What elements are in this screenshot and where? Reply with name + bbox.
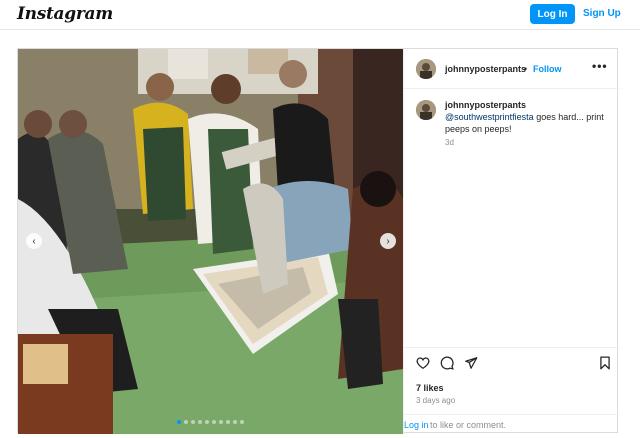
post-card: ‹ › johnnyposterpants • Follow ••• johnn…: [17, 48, 620, 434]
carousel-dot: [205, 420, 209, 424]
post-actions: 7 likes 3 days ago Log in to like or com…: [404, 347, 620, 434]
carousel-dot: [233, 420, 237, 424]
carousel-dot: [219, 420, 223, 424]
more-options-icon[interactable]: •••: [592, 59, 608, 73]
log-in-link[interactable]: Log in: [404, 420, 429, 430]
post-date[interactable]: 3 days ago: [416, 396, 455, 405]
caption-mention-link[interactable]: @southwestprintfiesta: [445, 112, 534, 122]
post-photo[interactable]: ‹ ›: [18, 49, 403, 434]
chevron-right-icon: ›: [386, 235, 390, 247]
caption-text: @southwestprintfiesta goes hard... print…: [445, 111, 610, 135]
post-header: johnnyposterpants • Follow •••: [404, 49, 620, 89]
post-photo-image: [18, 49, 403, 434]
carousel-dot: [198, 420, 202, 424]
log-in-button[interactable]: Log In: [530, 4, 575, 24]
bookmark-icon[interactable]: [598, 356, 612, 370]
carousel-dot: [191, 420, 195, 424]
top-navigation-bar: Instagram Log In Sign Up: [0, 0, 640, 30]
caption-timestamp[interactable]: 3d: [445, 138, 454, 147]
heart-icon[interactable]: [416, 356, 430, 370]
carousel-dot: [212, 420, 216, 424]
caption-username[interactable]: johnnyposterpants: [445, 100, 526, 110]
paper-plane-icon[interactable]: [464, 356, 478, 370]
carousel-indicator: [18, 420, 403, 424]
previous-photo-button[interactable]: ‹: [26, 233, 42, 249]
carousel-dot: [177, 420, 181, 424]
avatar[interactable]: [416, 59, 436, 79]
like-count[interactable]: 7 likes: [416, 383, 444, 393]
carousel-dot: [240, 420, 244, 424]
post-sidebar: johnnyposterpants • Follow ••• johnnypos…: [403, 49, 620, 434]
comment-prompt: Log in to like or comment.: [404, 414, 620, 435]
carousel-dot: [226, 420, 230, 424]
instagram-logo[interactable]: Instagram: [17, 4, 113, 24]
avatar[interactable]: [416, 100, 436, 120]
follow-button[interactable]: Follow: [533, 64, 562, 74]
carousel-dot: [184, 420, 188, 424]
comment-prompt-text: to like or comment.: [430, 420, 507, 430]
next-photo-button[interactable]: ›: [380, 233, 396, 249]
author-username[interactable]: johnnyposterpants: [445, 64, 526, 74]
comment-icon[interactable]: [440, 356, 454, 370]
chevron-left-icon: ‹: [32, 235, 36, 247]
follow-separator: •: [524, 64, 528, 74]
sign-up-link[interactable]: Sign Up: [583, 8, 621, 19]
